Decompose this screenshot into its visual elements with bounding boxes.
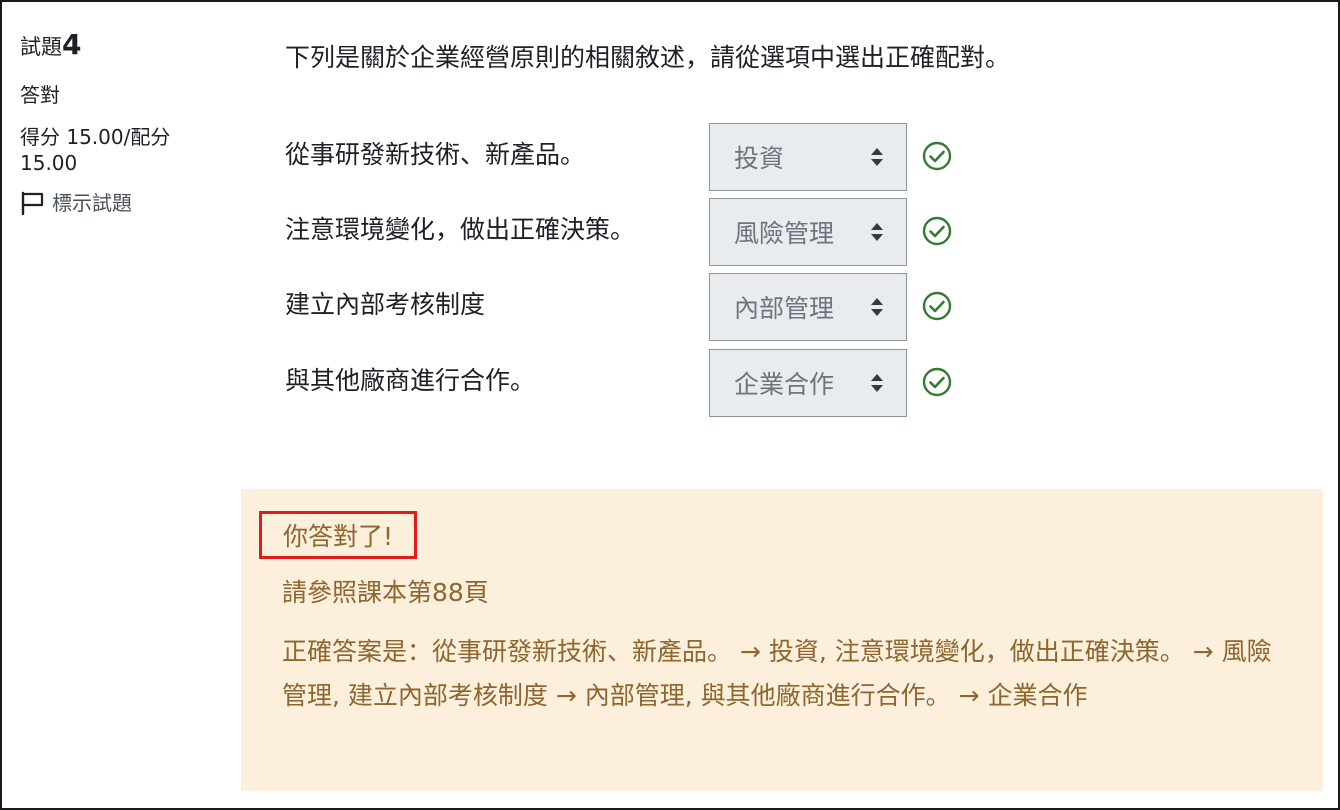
match-stem: 與其他廠商進行合作。 (285, 366, 536, 395)
match-select[interactable]: 企業合作 (709, 349, 907, 417)
sort-caret-icon (871, 223, 883, 241)
flag-question-link[interactable]: 標示試題 (20, 190, 220, 216)
flag-question-label: 標示試題 (52, 191, 132, 215)
question-number-label: 試題 (20, 35, 62, 59)
match-select-value: 企業合作 (734, 370, 835, 399)
check-circle-icon (922, 367, 952, 397)
check-circle-icon (922, 216, 952, 246)
feedback-panel: 你答對了! 請參照課本第88頁 正確答案是：從事研發新技術、新產品。 → 投資,… (241, 489, 1323, 791)
match-stem: 注意環境變化，做出正確決策。 (285, 215, 636, 244)
question-grade: 得分 15.00/配分 15.00 (20, 124, 220, 176)
match-select[interactable]: 風險管理 (709, 198, 907, 266)
sort-caret-icon (871, 374, 883, 392)
question-info: 試題4 答對 得分 15.00/配分 15.00 標示試題 (20, 28, 220, 216)
correct-feedback: 你答對了! (259, 511, 418, 559)
match-select[interactable]: 投資 (709, 123, 907, 191)
general-feedback: 請參照課本第88頁 (282, 578, 489, 607)
match-select[interactable]: 內部管理 (709, 273, 907, 341)
flag-icon (21, 191, 44, 215)
question-text: 下列是關於企業經營原則的相關敘述，請從選項中選出正確配對。 (285, 43, 1011, 72)
sort-caret-icon (871, 148, 883, 166)
question-card: 試題4 答對 得分 15.00/配分 15.00 標示試題 下列是關於企業經營原… (0, 0, 1340, 810)
grade-line-2: 15.00 (20, 151, 78, 175)
grade-line-1: 得分 15.00/配分 (20, 125, 171, 149)
check-circle-icon (922, 291, 952, 321)
match-select-value: 風險管理 (734, 219, 835, 248)
match-stem: 從事研發新技術、新產品。 (285, 140, 586, 169)
sort-caret-icon (871, 298, 883, 316)
question-state: 答對 (20, 83, 60, 107)
match-select-value: 內部管理 (734, 294, 835, 323)
question-number-value: 4 (62, 28, 82, 61)
match-stem: 建立內部考核制度 (285, 290, 486, 319)
question-number: 試題4 (20, 28, 220, 62)
match-select-value: 投資 (734, 144, 785, 173)
right-answer: 正確答案是：從事研發新技術、新產品。 → 投資, 注意環境變化，做出正確決策。 … (282, 637, 1272, 710)
check-circle-icon (922, 141, 952, 171)
